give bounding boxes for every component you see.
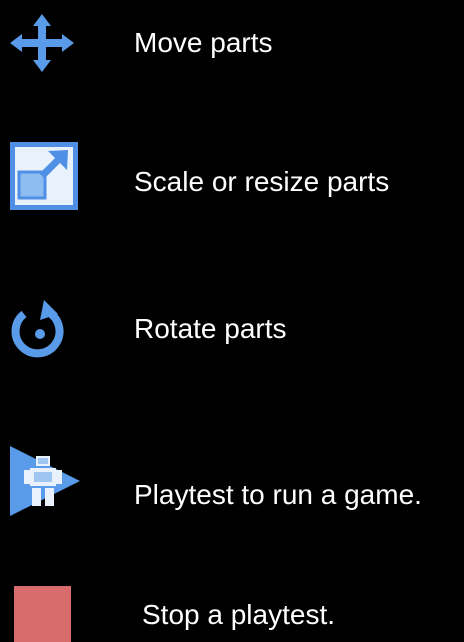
legend-item-move: Move parts (0, 0, 464, 90)
rotate-label: Rotate parts (134, 313, 287, 344)
move-icon (10, 14, 74, 72)
move-label: Move parts (134, 27, 273, 58)
stop-label: Stop a playtest. (142, 599, 336, 630)
playtest-label: Playtest to run a game. (134, 479, 422, 510)
legend-item-playtest: Playtest to run a game. (0, 440, 464, 540)
scale-icon (10, 142, 78, 210)
legend-item-scale: Scale or resize parts (0, 132, 464, 232)
rotate-icon (11, 300, 64, 358)
legend-item-rotate: Rotate parts (0, 290, 464, 370)
stop-icon (14, 586, 71, 642)
playtest-icon (10, 446, 80, 516)
scale-label: Scale or resize parts (134, 166, 390, 197)
legend-item-stop: Stop a playtest. (0, 580, 464, 642)
